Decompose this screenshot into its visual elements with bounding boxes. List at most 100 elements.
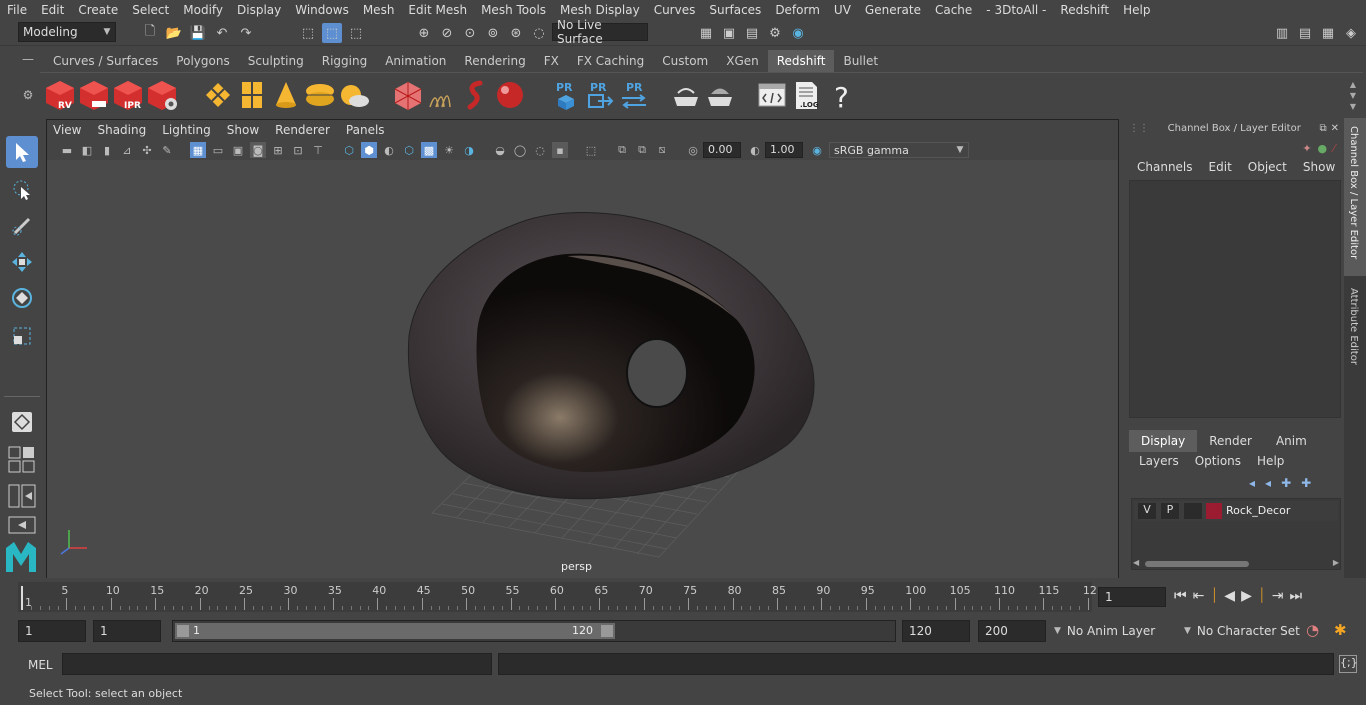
grid-toggle-icon[interactable]: ▦ bbox=[190, 142, 206, 158]
viewport-menu-lighting[interactable]: Lighting bbox=[154, 123, 219, 137]
screen-space-ao-icon[interactable]: ◒ bbox=[492, 142, 508, 158]
scale-tool-icon[interactable] bbox=[6, 320, 38, 352]
manipulator-icon[interactable]: ✦ bbox=[1302, 142, 1311, 155]
dome-light-icon[interactable] bbox=[304, 79, 336, 111]
playback-end-field[interactable]: 120 bbox=[902, 620, 970, 642]
new-layer-selected-icon[interactable]: ✚ bbox=[1301, 476, 1311, 490]
menu-help[interactable]: Help bbox=[1116, 3, 1157, 17]
default-material-icon[interactable]: ◐ bbox=[381, 142, 397, 158]
wireframe-on-shaded-icon[interactable]: ⬡ bbox=[401, 142, 417, 158]
exposure-field[interactable]: 0.00 bbox=[703, 142, 741, 158]
layer-color-swatch[interactable] bbox=[1206, 503, 1222, 519]
attribute-editor-toggle-icon[interactable]: ▤ bbox=[1295, 23, 1315, 43]
hypershade-icon[interactable]: ◉ bbox=[788, 23, 808, 43]
layer-playback-toggle[interactable]: P bbox=[1161, 503, 1179, 519]
gamma-icon[interactable]: ◐ bbox=[747, 142, 763, 158]
snap-projected-icon[interactable]: ⊚ bbox=[483, 23, 503, 43]
side-tab-channel-box[interactable]: Channel Box / Layer Editor bbox=[1344, 118, 1366, 276]
viewport-scene[interactable]: persp bbox=[47, 160, 1118, 578]
two-d-pan-icon[interactable]: ✣ bbox=[139, 142, 155, 158]
menu-mesh-tools[interactable]: Mesh Tools bbox=[474, 3, 553, 17]
menu-display[interactable]: Display bbox=[230, 3, 288, 17]
soft-select-icon[interactable] bbox=[6, 406, 38, 438]
menu-select[interactable]: Select bbox=[125, 3, 176, 17]
command-input[interactable] bbox=[62, 653, 492, 675]
save-scene-icon[interactable]: 💾 bbox=[188, 23, 208, 43]
redshift-render-view-icon[interactable]: RV bbox=[44, 79, 76, 111]
float-panel-icon[interactable]: ⧉ bbox=[1319, 123, 1330, 134]
layer-horizontal-scrollbar[interactable]: ◀ ▶ bbox=[1131, 558, 1341, 570]
command-language-button[interactable]: MEL bbox=[28, 658, 53, 672]
step-back-key-icon[interactable]: ⇤ bbox=[1193, 588, 1205, 604]
drag-handle-icon[interactable]: ⋮⋮ bbox=[1125, 123, 1149, 134]
menu-surfaces[interactable]: Surfaces bbox=[702, 3, 768, 17]
play-forward-icon[interactable]: ▶ bbox=[1241, 588, 1252, 604]
shelf-tab-curves-surfaces[interactable]: Curves / Surfaces bbox=[44, 50, 167, 72]
channel-box-menu-edit[interactable]: Edit bbox=[1201, 160, 1240, 178]
safe-action-icon[interactable]: ⊡ bbox=[290, 142, 306, 158]
field-chart-icon[interactable]: ⊞ bbox=[270, 142, 286, 158]
range-start-handle[interactable] bbox=[177, 625, 189, 637]
script-editor-button-icon[interactable]: {;} bbox=[1339, 655, 1358, 673]
spot-light-icon[interactable] bbox=[270, 79, 302, 111]
modeling-toolkit-icon[interactable]: ▥ bbox=[1272, 23, 1292, 43]
open-scene-icon[interactable]: 📂 bbox=[164, 23, 184, 43]
area-light-icon[interactable] bbox=[202, 79, 234, 111]
exposure-icon[interactable]: ◎ bbox=[685, 142, 701, 158]
select-hierarchy-icon[interactable]: ⬚ bbox=[298, 23, 318, 43]
layer-tab-render[interactable]: Render bbox=[1197, 430, 1264, 452]
viewport-menu-renderer[interactable]: Renderer bbox=[267, 123, 338, 137]
step-back-frame-icon[interactable]: ⏐ bbox=[1210, 588, 1218, 604]
shelf-scroll-arrows[interactable]: ▲ ▼ ▼ bbox=[1347, 79, 1359, 113]
shelf-tab-rendering[interactable]: Rendering bbox=[455, 50, 534, 72]
snap-curve-icon[interactable]: ⊘ bbox=[437, 23, 457, 43]
rotate-tool-icon[interactable] bbox=[6, 282, 38, 314]
bake-set-icon[interactable] bbox=[704, 79, 736, 111]
volume-icon[interactable] bbox=[460, 79, 492, 111]
live-surface-field[interactable]: No Live Surface bbox=[552, 18, 648, 46]
shelf-tab-polygons[interactable]: Polygons bbox=[167, 50, 238, 72]
paint-select-tool-icon[interactable] bbox=[6, 210, 38, 242]
ipr-render-icon[interactable]: ▤ bbox=[742, 23, 762, 43]
hyperbolic-icon[interactable]: ⁄ bbox=[1333, 142, 1335, 155]
bookmark-icon[interactable]: ▮ bbox=[99, 142, 115, 158]
channel-box-list[interactable] bbox=[1129, 180, 1341, 418]
shelf-tab-custom[interactable]: Custom bbox=[653, 50, 717, 72]
scroll-right-icon[interactable]: ▶ bbox=[1333, 558, 1339, 567]
tool-settings-toggle-icon[interactable]: ▦ bbox=[1318, 23, 1338, 43]
range-slider-track[interactable]: 1 120 bbox=[172, 620, 896, 642]
step-forward-key-icon[interactable]: ⇥ bbox=[1272, 588, 1284, 604]
motion-blur-icon[interactable]: ◯ bbox=[512, 142, 528, 158]
color-space-dropdown[interactable]: sRGB gamma ▼ bbox=[829, 142, 969, 158]
color-management-icon[interactable]: ◉ bbox=[809, 142, 825, 158]
scroll-left-icon[interactable]: ◀ bbox=[1133, 558, 1139, 567]
depth-of-field-icon[interactable]: ▪ bbox=[552, 142, 568, 158]
layer-tab-display[interactable]: Display bbox=[1129, 430, 1198, 452]
menu-create[interactable]: Create bbox=[71, 3, 125, 17]
viewport-menu-view[interactable]: View bbox=[47, 123, 89, 137]
layout-outliner-icon[interactable] bbox=[8, 516, 36, 534]
play-backward-icon[interactable]: ◀ bbox=[1224, 588, 1235, 604]
close-panel-icon[interactable]: ✕ bbox=[1331, 123, 1343, 134]
menu-generate[interactable]: Generate bbox=[858, 3, 928, 17]
channel-box-menu-show[interactable]: Show bbox=[1295, 160, 1343, 178]
hair-icon[interactable] bbox=[426, 79, 458, 111]
gamma-field[interactable]: 1.00 bbox=[765, 142, 803, 158]
shelf-tab-redshift[interactable]: Redshift bbox=[767, 50, 835, 72]
move-tool-icon[interactable] bbox=[6, 246, 38, 278]
character-set-dropdown[interactable]: ▼ No Character Set bbox=[1180, 620, 1304, 642]
snap-live-icon[interactable]: ◌ bbox=[529, 23, 549, 43]
camera-attributes-icon[interactable]: ◧ bbox=[79, 142, 95, 158]
layer-tab-anim[interactable]: Anim bbox=[1264, 430, 1319, 452]
time-ruler[interactable]: 1 5 10 15 20 25 30 35 40 45 50 55 60 65 70 75 80 85 90 95 1… bbox=[18, 582, 1097, 612]
viewport-menu-shading[interactable]: Shading bbox=[89, 123, 154, 137]
pr-swap-icon[interactable]: PR bbox=[618, 79, 650, 111]
menu-deform[interactable]: Deform bbox=[768, 3, 827, 17]
menu-redshift[interactable]: Redshift bbox=[1053, 3, 1116, 17]
side-tab-attribute-editor[interactable]: Attribute Editor bbox=[1344, 280, 1366, 372]
go-to-end-icon[interactable]: ⏭ bbox=[1290, 588, 1303, 604]
smooth-shade-icon[interactable]: ⬢ bbox=[361, 142, 377, 158]
playback-start-field[interactable]: 1 bbox=[93, 620, 161, 642]
channel-box-toggle-icon[interactable]: ◈ bbox=[1341, 23, 1361, 43]
isolate-select-icon[interactable]: ⬚ bbox=[583, 142, 599, 158]
